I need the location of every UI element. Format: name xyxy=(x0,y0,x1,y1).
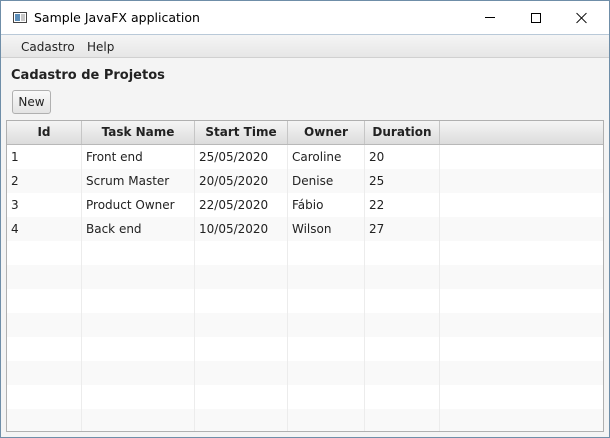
cell-task-name xyxy=(82,337,195,361)
cell-duration xyxy=(365,385,440,409)
close-button[interactable] xyxy=(559,1,605,34)
cell-duration xyxy=(365,241,440,265)
cell-task-name xyxy=(82,289,195,313)
minimize-button[interactable] xyxy=(467,1,513,34)
page-title: Cadastro de Projetos xyxy=(11,68,165,83)
cell-start-time xyxy=(195,289,288,313)
cell-owner xyxy=(288,409,365,431)
cell-start-time: 22/05/2020 xyxy=(195,193,288,217)
cell-owner xyxy=(288,337,365,361)
menu-help[interactable]: Help xyxy=(87,40,114,54)
cell-id: 1 xyxy=(7,145,82,169)
close-icon xyxy=(576,12,588,24)
column-header-start-time[interactable]: Start Time xyxy=(195,121,288,144)
table-row[interactable]: 4 Back end 10/05/2020 Wilson 27 xyxy=(7,217,603,241)
cell-owner xyxy=(288,361,365,385)
cell-duration: 25 xyxy=(365,169,440,193)
cell-start-time xyxy=(195,265,288,289)
cell-id xyxy=(7,241,82,265)
cell-start-time: 20/05/2020 xyxy=(195,169,288,193)
cell-task-name xyxy=(82,313,195,337)
cell-start-time xyxy=(195,313,288,337)
cell-duration xyxy=(365,361,440,385)
cell-task-name xyxy=(82,241,195,265)
table-row[interactable] xyxy=(7,361,603,385)
cell-owner: Fábio xyxy=(288,193,365,217)
app-window: Sample JavaFX application Cadastro Help … xyxy=(0,0,610,438)
cell-id: 4 xyxy=(7,217,82,241)
cell-duration xyxy=(365,313,440,337)
table-row[interactable]: 2 Scrum Master 20/05/2020 Denise 25 xyxy=(7,169,603,193)
cell-id xyxy=(7,409,82,431)
cell-task-name: Product Owner xyxy=(82,193,195,217)
cell-id xyxy=(7,313,82,337)
cell-duration xyxy=(365,337,440,361)
maximize-icon xyxy=(531,12,541,23)
minimize-icon xyxy=(485,17,495,18)
cell-task-name xyxy=(82,385,195,409)
table-header: Id Task Name Start Time Owner Duration xyxy=(7,121,603,145)
cell-owner xyxy=(288,265,365,289)
cell-start-time xyxy=(195,361,288,385)
cell-id xyxy=(7,361,82,385)
cell-duration: 20 xyxy=(365,145,440,169)
cell-duration: 27 xyxy=(365,217,440,241)
maximize-button[interactable] xyxy=(513,1,559,34)
column-header-duration[interactable]: Duration xyxy=(365,121,440,144)
cell-duration xyxy=(365,265,440,289)
cell-owner xyxy=(288,313,365,337)
projects-table: Id Task Name Start Time Owner Duration 1… xyxy=(6,120,604,432)
table-row[interactable] xyxy=(7,289,603,313)
column-header-owner[interactable]: Owner xyxy=(288,121,365,144)
cell-owner xyxy=(288,241,365,265)
cell-id: 2 xyxy=(7,169,82,193)
menu-cadastro[interactable]: Cadastro xyxy=(21,40,75,54)
cell-owner xyxy=(288,289,365,313)
cell-start-time xyxy=(195,385,288,409)
table-row[interactable]: 3 Product Owner 22/05/2020 Fábio 22 xyxy=(7,193,603,217)
column-header-id[interactable]: Id xyxy=(7,121,82,144)
cell-id xyxy=(7,385,82,409)
table-row[interactable] xyxy=(7,409,603,431)
cell-start-time xyxy=(195,241,288,265)
app-window-icon xyxy=(13,12,27,23)
menu-bar: Cadastro Help xyxy=(1,34,609,58)
cell-task-name xyxy=(82,265,195,289)
cell-task-name: Back end xyxy=(82,217,195,241)
cell-owner: Denise xyxy=(288,169,365,193)
cell-owner: Caroline xyxy=(288,145,365,169)
column-header-task-name[interactable]: Task Name xyxy=(82,121,195,144)
cell-id xyxy=(7,337,82,361)
cell-id: 3 xyxy=(7,193,82,217)
cell-id xyxy=(7,265,82,289)
table-row[interactable] xyxy=(7,241,603,265)
cell-task-name xyxy=(82,361,195,385)
table-row[interactable] xyxy=(7,385,603,409)
cell-start-time xyxy=(195,409,288,431)
cell-duration xyxy=(365,289,440,313)
cell-duration: 22 xyxy=(365,193,440,217)
window-title: Sample JavaFX application xyxy=(34,10,200,25)
cell-task-name: Front end xyxy=(82,145,195,169)
cell-task-name: Scrum Master xyxy=(82,169,195,193)
cell-task-name xyxy=(82,409,195,431)
cell-start-time: 10/05/2020 xyxy=(195,217,288,241)
new-button[interactable]: New xyxy=(12,90,51,114)
cell-owner xyxy=(288,385,365,409)
title-bar[interactable]: Sample JavaFX application xyxy=(1,1,609,34)
table-row[interactable] xyxy=(7,337,603,361)
cell-start-time xyxy=(195,337,288,361)
cell-duration xyxy=(365,409,440,431)
table-row[interactable] xyxy=(7,265,603,289)
cell-start-time: 25/05/2020 xyxy=(195,145,288,169)
table-row[interactable]: 1 Front end 25/05/2020 Caroline 20 xyxy=(7,145,603,169)
cell-owner: Wilson xyxy=(288,217,365,241)
cell-id xyxy=(7,289,82,313)
table-row[interactable] xyxy=(7,313,603,337)
